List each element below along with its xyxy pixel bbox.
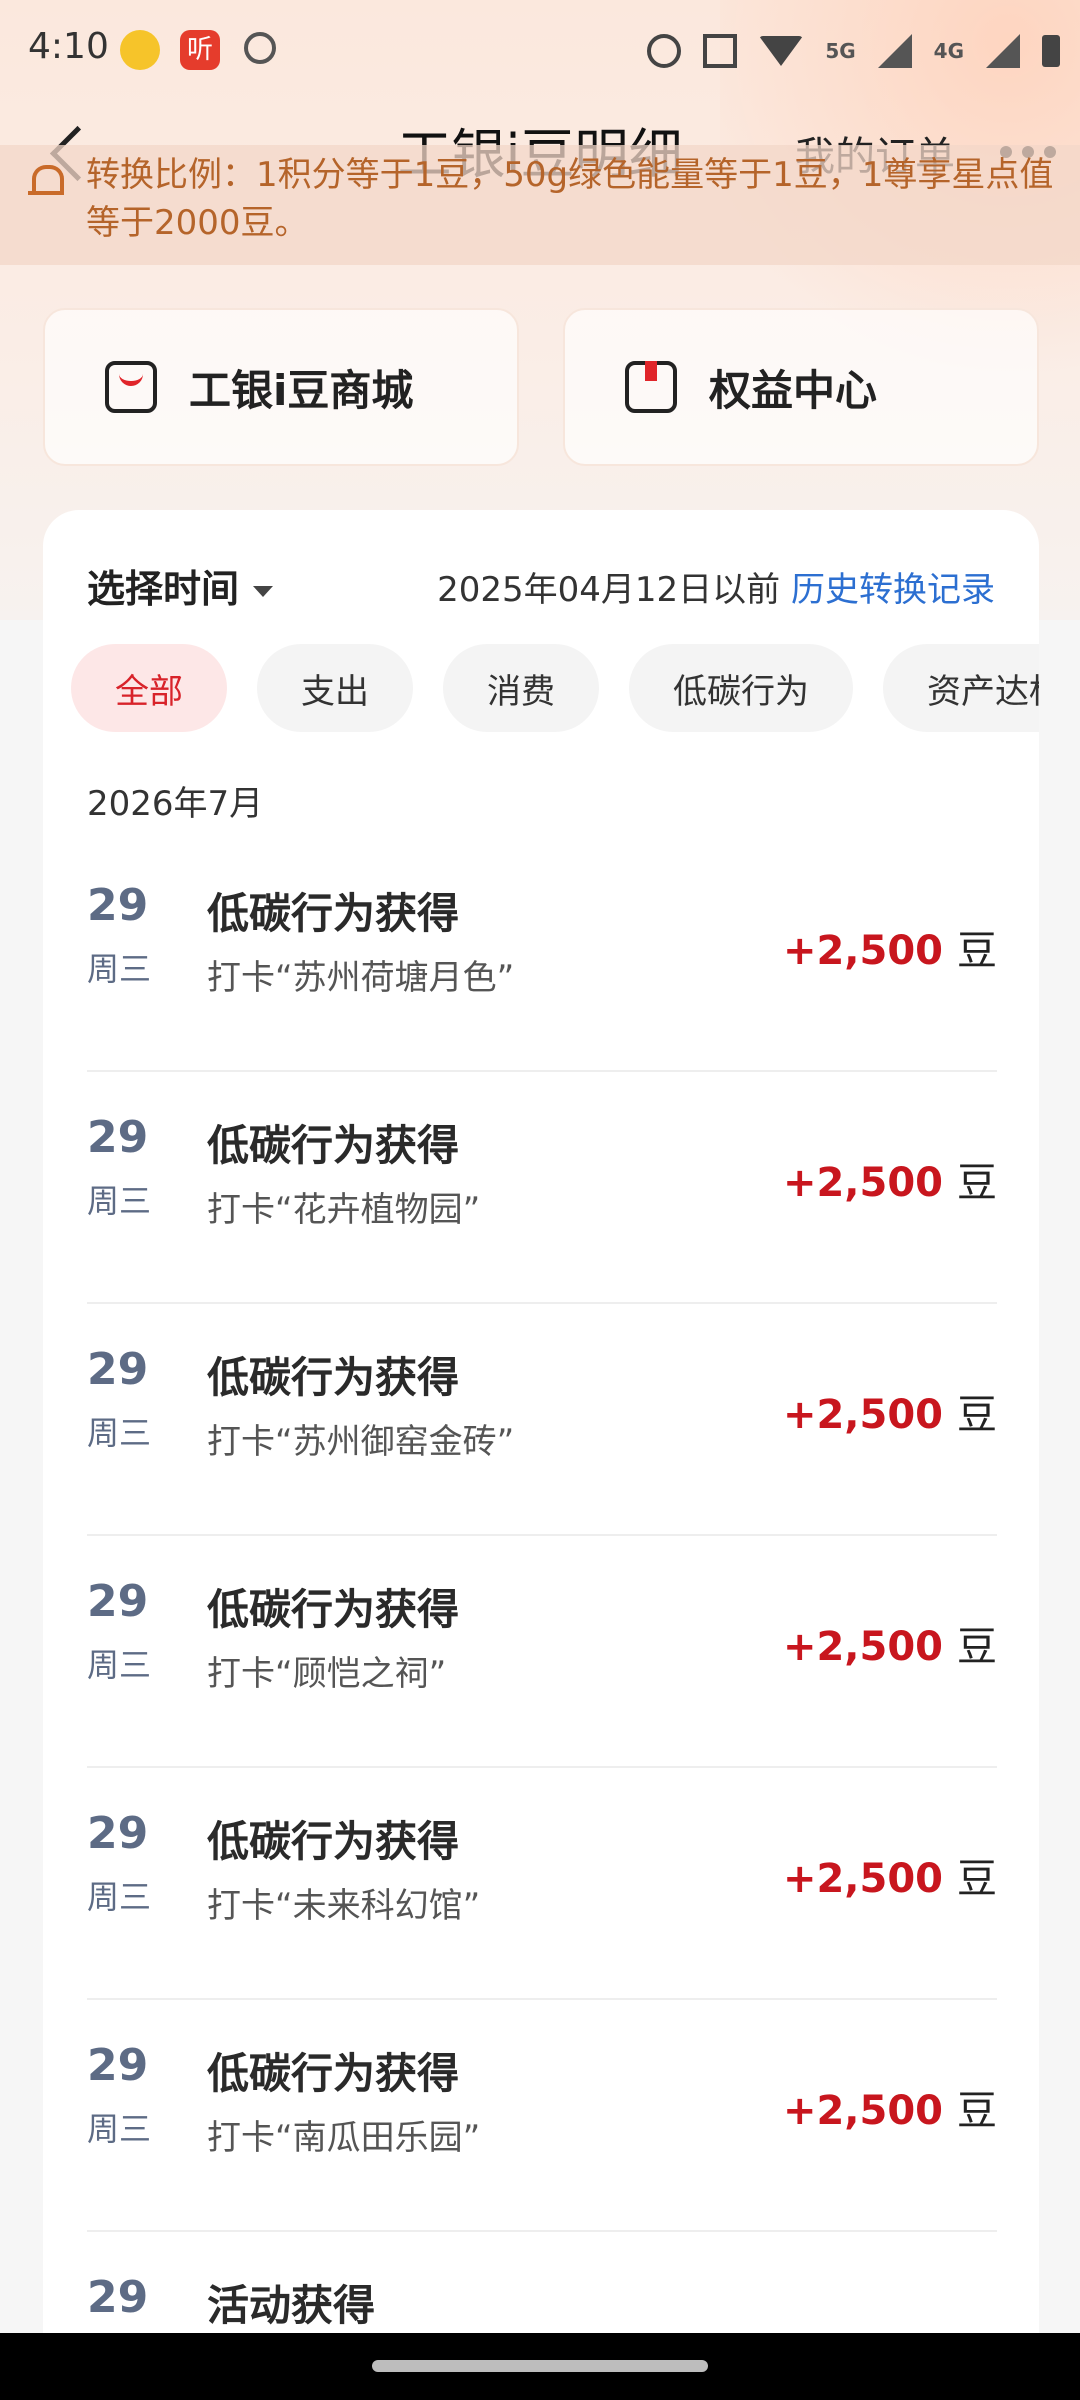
record-amount: +2,500 豆 xyxy=(783,1846,997,1904)
bean-mall-label: 工银i豆商城 xyxy=(189,365,414,415)
network-4g-label: 4G xyxy=(933,39,964,63)
record-day: 29 xyxy=(87,1808,149,1859)
records-list: 29 周三 低碳行为获得 打卡“苏州荷塘月色” +2,500 豆 29 周三 低碳… xyxy=(87,840,997,2400)
record-row[interactable]: 29 周三 低碳行为获得 打卡“花卉植物园” +2,500 豆 xyxy=(87,1072,997,1304)
benefits-center-label: 权益中心 xyxy=(709,365,878,415)
record-amount: +2,500 豆 xyxy=(783,1614,997,1672)
status-time: 4:10 xyxy=(28,26,109,67)
record-day: 29 xyxy=(87,1112,149,1163)
bean-mall-button[interactable]: 工银i豆商城 xyxy=(43,308,519,466)
filter-row: 选择时间 2025年04月12日以前 历史转换记录 xyxy=(87,558,995,618)
record-amount-value: +2,500 xyxy=(782,1392,943,1438)
record-weekday: 周三 xyxy=(87,1878,152,1916)
network-5g-label: 5G xyxy=(825,39,856,63)
notice-text: 转换比例：1积分等于1豆，50g绿色能量等于1豆，1尊享星点值等于2000豆。 xyxy=(86,155,1054,243)
record-amount-value: +2,500 xyxy=(782,1624,943,1670)
record-day: 29 xyxy=(87,880,149,931)
date-note-text: 2025年04月12日以前 xyxy=(437,570,781,610)
record-title: 低碳行为获得 xyxy=(207,889,460,938)
record-row[interactable]: 29 周三 低碳行为获得 打卡“苏州荷塘月色” +2,500 豆 xyxy=(87,840,997,1072)
record-subtitle: 打卡“花卉植物园” xyxy=(207,1190,481,1230)
system-nav-bar xyxy=(0,2333,1080,2400)
select-time-label: 选择时间 xyxy=(87,567,240,611)
record-subtitle: 打卡“苏州荷塘月色” xyxy=(207,958,515,998)
tab-low-carbon[interactable]: 低碳行为 xyxy=(629,644,853,732)
bell-icon xyxy=(28,165,64,201)
record-amount-unit: 豆 xyxy=(957,1160,997,1206)
benefits-center-button[interactable]: 权益中心 xyxy=(563,308,1039,466)
tab-consumption[interactable]: 消费 xyxy=(443,644,599,732)
signal-4g-icon xyxy=(986,34,1020,68)
record-subtitle: 打卡“南瓜田乐园” xyxy=(207,2118,481,2158)
category-tabs: 全部 支出 消费 低碳行为 资产达标 xyxy=(71,644,1039,734)
clock-icon xyxy=(244,32,276,64)
home-gesture-handle[interactable] xyxy=(372,2360,708,2372)
notification-app-icon xyxy=(120,30,160,70)
record-row[interactable]: 29 周三 低碳行为获得 打卡“南瓜田乐园” +2,500 豆 xyxy=(87,2000,997,2232)
record-subtitle: 打卡“苏州御窑金砖” xyxy=(207,1422,515,1462)
record-title: 低碳行为获得 xyxy=(207,1585,460,1634)
record-amount-unit: 豆 xyxy=(957,928,997,974)
select-time-dropdown[interactable]: 选择时间 xyxy=(87,558,274,613)
record-weekday: 周三 xyxy=(87,1182,152,1220)
tab-asset-target[interactable]: 资产达标 xyxy=(883,644,1039,732)
record-day: 29 xyxy=(87,1344,149,1395)
record-amount: +2,500 豆 xyxy=(783,1150,997,1208)
status-icons: 5G 4G xyxy=(647,26,1060,76)
battery-icon xyxy=(1042,35,1060,67)
conversion-notice: 转换比例：1积分等于1豆，50g绿色能量等于1豆，1尊享星点值等于2000豆。 xyxy=(0,145,1080,265)
record-amount-unit: 豆 xyxy=(957,1392,997,1438)
record-amount-value: +2,500 xyxy=(782,2088,943,2134)
record-row[interactable]: 29 周三 低碳行为获得 打卡“未来科幻馆” +2,500 豆 xyxy=(87,1768,997,2000)
month-header: 2026年7月 xyxy=(87,784,264,824)
record-amount-value: +2,500 xyxy=(782,1160,943,1206)
record-amount-unit: 豆 xyxy=(957,1624,997,1670)
record-amount-value: +2,500 xyxy=(782,1856,943,1902)
record-amount-value: +2,500 xyxy=(782,928,943,974)
record-amount: +2,500 豆 xyxy=(783,2078,997,2136)
listen-app-icon: 听 xyxy=(180,30,220,70)
shopping-bag-icon xyxy=(105,361,157,413)
tab-expense[interactable]: 支出 xyxy=(257,644,413,732)
record-title: 低碳行为获得 xyxy=(207,1817,460,1866)
record-row[interactable]: 29 周三 低碳行为获得 打卡“苏州御窑金砖” +2,500 豆 xyxy=(87,1304,997,1536)
records-panel: 选择时间 2025年04月12日以前 历史转换记录 全部 支出 消费 低碳行为 … xyxy=(43,510,1039,2400)
record-amount-unit: 豆 xyxy=(957,1856,997,1902)
record-weekday: 周三 xyxy=(87,2110,152,2148)
book-icon xyxy=(625,361,677,413)
record-amount: +2,500 豆 xyxy=(783,1382,997,1440)
record-weekday: 周三 xyxy=(87,1414,152,1452)
record-weekday: 周三 xyxy=(87,950,152,988)
tab-all[interactable]: 全部 xyxy=(71,644,227,732)
record-title: 低碳行为获得 xyxy=(207,2049,460,2098)
record-amount-unit: 豆 xyxy=(957,2088,997,2134)
caret-down-icon xyxy=(253,586,274,597)
record-day: 29 xyxy=(87,1576,149,1627)
record-title: 活动获得 xyxy=(207,2281,376,2330)
signal-5g-icon xyxy=(877,34,912,68)
history-conversion-link[interactable]: 历史转换记录 xyxy=(791,570,995,610)
record-title: 低碳行为获得 xyxy=(207,1353,460,1402)
record-subtitle: 打卡“未来科幻馆” xyxy=(207,1886,481,1926)
alarm-icon xyxy=(647,34,682,68)
date-note: 2025年04月12日以前 历史转换记录 xyxy=(437,562,995,611)
record-row[interactable]: 29 周三 低碳行为获得 打卡“顾恺之祠” +2,500 豆 xyxy=(87,1536,997,1768)
record-subtitle: 打卡“顾恺之祠” xyxy=(207,1654,447,1694)
record-day: 29 xyxy=(87,2272,149,2323)
wifi-icon xyxy=(759,36,804,66)
status-bar: 4:10 听 5G 4G xyxy=(0,0,1080,100)
record-amount: +2,500 豆 xyxy=(783,918,997,976)
record-weekday: 周三 xyxy=(87,1646,152,1684)
record-title: 低碳行为获得 xyxy=(207,1121,460,1170)
record-day: 29 xyxy=(87,2040,149,2091)
qr-icon xyxy=(703,34,738,68)
